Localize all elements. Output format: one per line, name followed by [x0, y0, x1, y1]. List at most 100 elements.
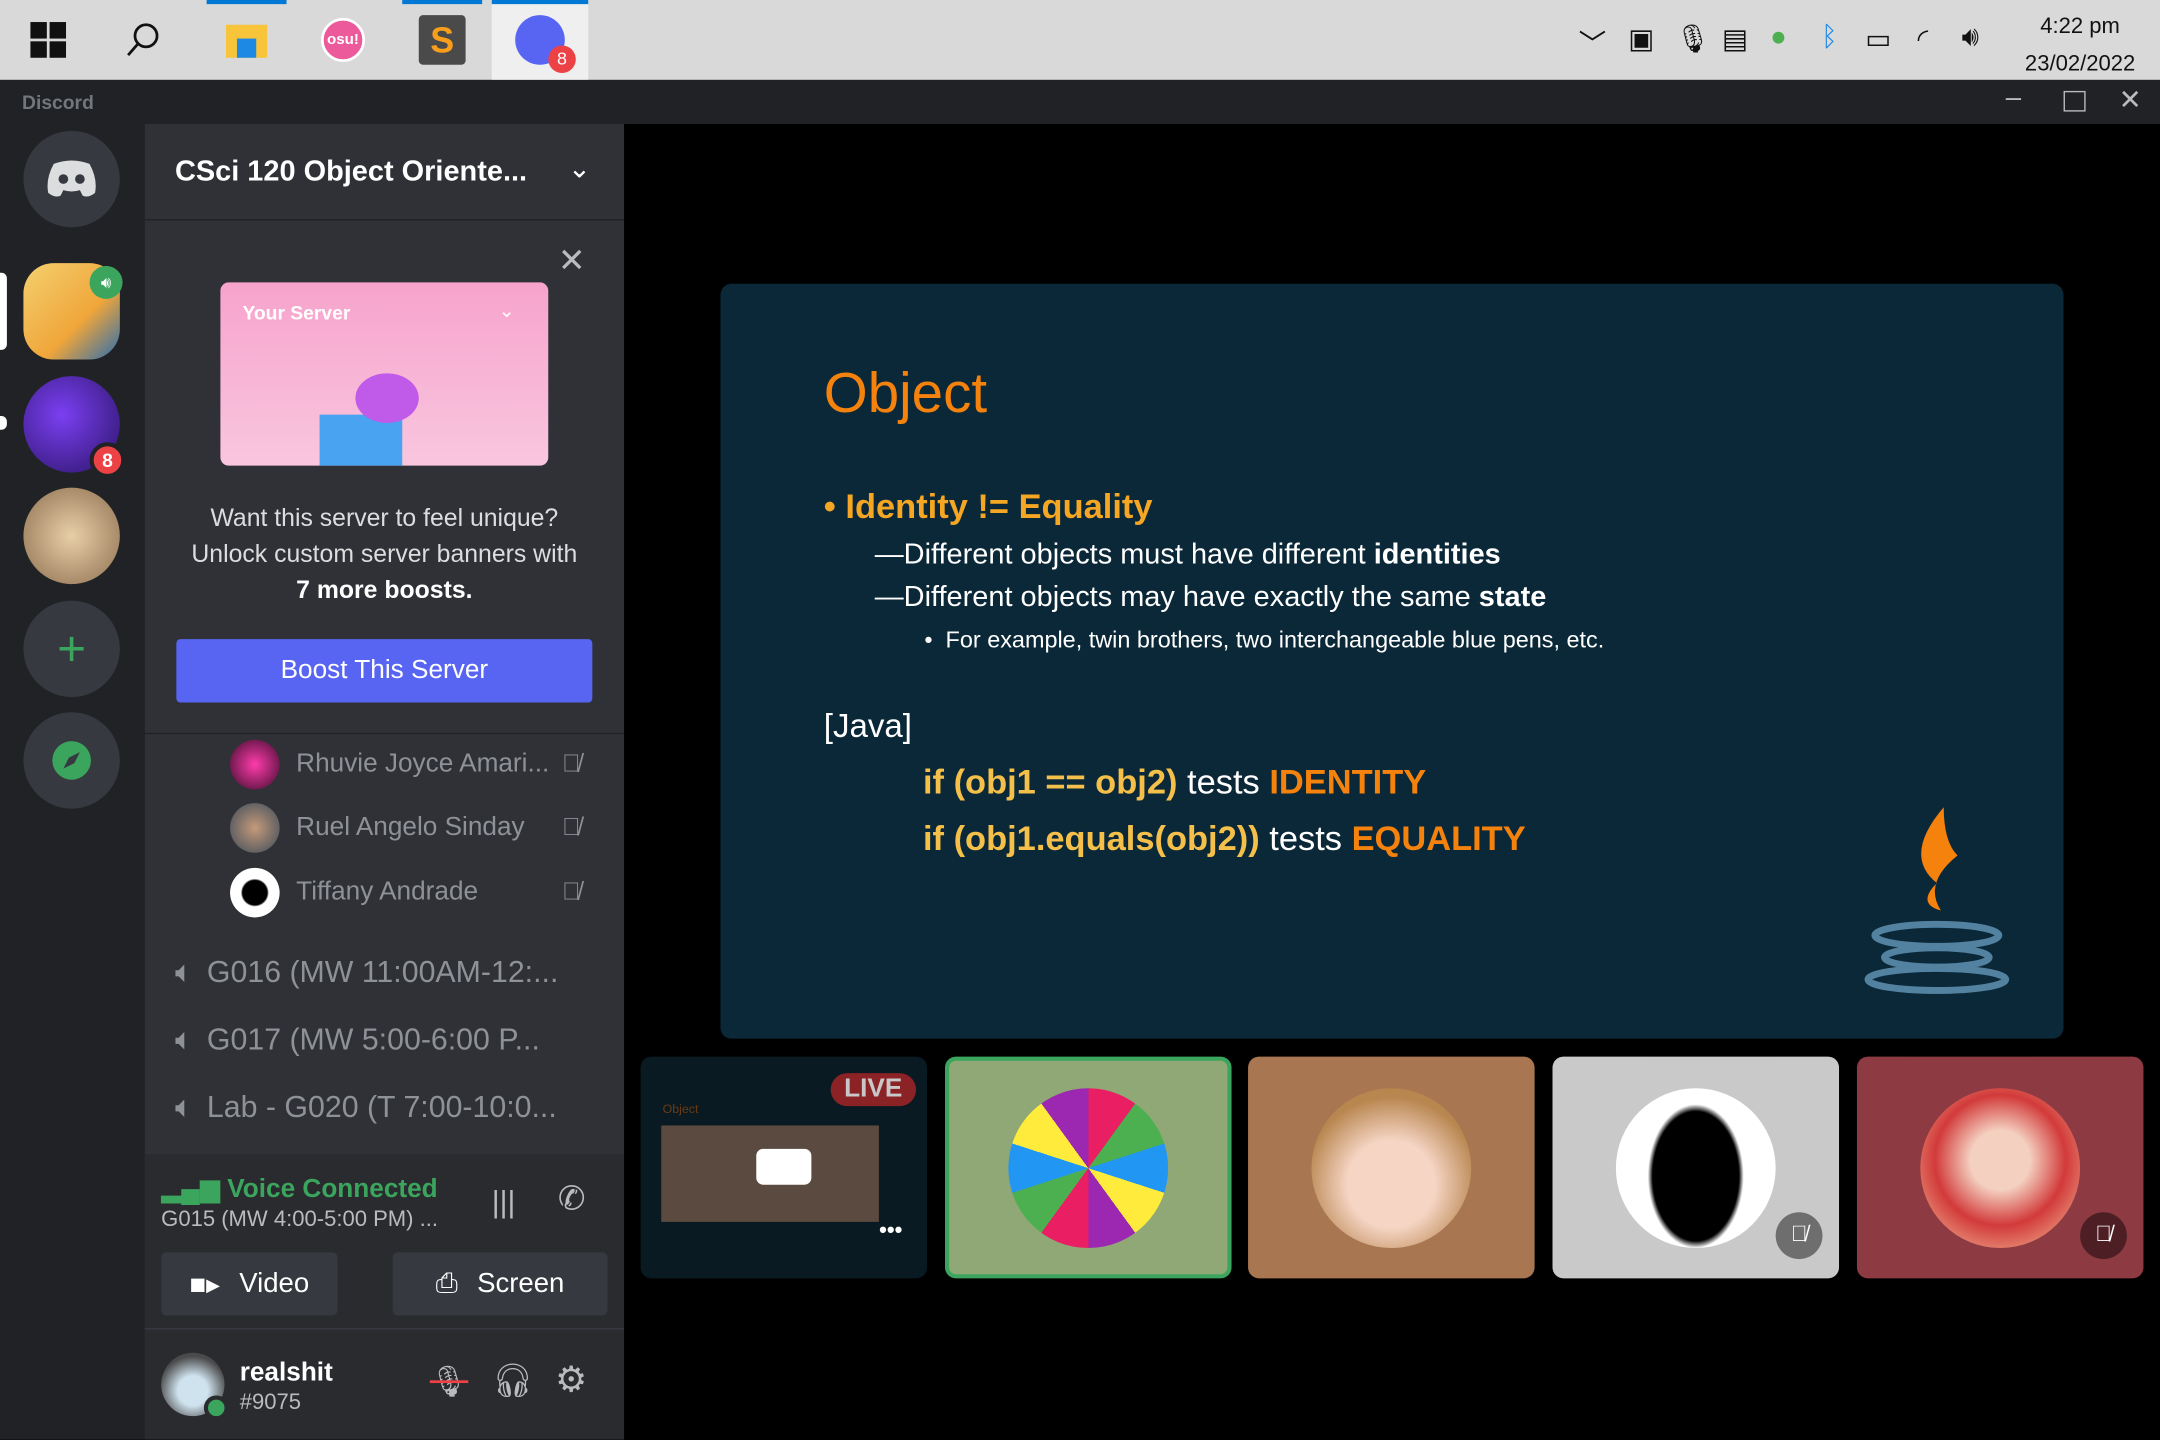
home-button[interactable] — [23, 130, 120, 228]
slide-bullet: • Identity != Equality — [823, 487, 1153, 527]
notification-badge: 8 — [548, 45, 576, 74]
participant-tile-speaking[interactable] — [944, 1056, 1232, 1279]
server-header[interactable]: CSci 120 Object Oriente... ⌄ — [144, 124, 625, 221]
user-panel: realshit #9075 🎙 🎧︎ ⚙ — [144, 1330, 625, 1440]
disconnect-icon[interactable]: ✆ — [558, 1179, 586, 1219]
username: realshit — [239, 1358, 333, 1388]
voice-panel: ▂▄▆ Voice Connected G015 (MW 4:00-5:00 P… — [144, 1154, 625, 1330]
avatar — [230, 867, 280, 918]
voice-channel[interactable]: 🔈︎ Lab - G020 (T 7:00-10:0... — [175, 1090, 557, 1126]
volume-icon[interactable]: 🔊︎ — [1962, 22, 1979, 54]
slide-java-label: [Java] — [823, 708, 912, 746]
boost-server-button[interactable]: Boost This Server — [176, 639, 593, 703]
bluetooth-icon[interactable]: ᛒ — [1821, 22, 1838, 54]
mic-muted-icon: 🎙̸ — [562, 749, 581, 777]
close-icon[interactable]: ✕ — [558, 241, 586, 281]
chevron-down-icon: ⌄ — [498, 298, 515, 321]
app-tray-icon[interactable]: ● — [1770, 22, 1787, 54]
avatar — [230, 803, 280, 853]
preview-title: Your Server — [242, 301, 351, 324]
noise-suppression-icon[interactable]: ||| — [492, 1185, 516, 1221]
slide-example: • For example, twin brothers, two interc… — [924, 626, 1605, 653]
chevron-up-icon[interactable]: ﹀ — [1579, 22, 1607, 62]
search-icon[interactable] — [103, 0, 183, 80]
mic-muted-icon: 🎙̸ — [2080, 1212, 2127, 1260]
server-rail: 🔊︎ 8 + — [0, 123, 145, 1440]
settings-gear-icon[interactable]: ⚙ — [555, 1358, 587, 1401]
banner-preview: Your Server ⌄ — [220, 282, 549, 466]
discord-taskbar-icon[interactable]: 8 — [491, 0, 589, 80]
screen-share-view[interactable]: Object • Identity != Equality —Different… — [720, 283, 2064, 1039]
mute-microphone-icon[interactable]: 🎙 — [430, 1364, 468, 1400]
user-tag: #9075 — [239, 1391, 301, 1415]
avatar — [1008, 1087, 1169, 1248]
voice-channel-name[interactable]: G015 (MW 4:00-5:00 PM) ... — [161, 1208, 438, 1233]
add-server-button[interactable]: + — [23, 600, 120, 698]
server-name: CSci 120 Object Oriente... — [174, 154, 528, 187]
camera-icon[interactable]: ▣ — [1628, 22, 1654, 56]
close-window-button[interactable]: ✕ — [2119, 83, 2142, 117]
screen-share-icon: ⎙ — [435, 1268, 458, 1299]
clock[interactable]: 4:22 pm 23/02/2022 — [2011, 8, 2149, 82]
title-bar: Discord – ✕ — [0, 79, 2160, 124]
participant-tile[interactable]: 🎙̸ — [1856, 1056, 2144, 1279]
more-options-icon[interactable]: ••• — [879, 1219, 902, 1244]
mic-muted-icon: 🎙̸ — [1775, 1212, 1823, 1260]
maximize-button[interactable] — [2063, 90, 2086, 112]
avatar — [1615, 1087, 1776, 1248]
avatar — [1311, 1087, 1472, 1248]
avatar — [230, 739, 280, 790]
voice-status[interactable]: ▂▄▆ Voice Connected — [161, 1174, 437, 1206]
display-icon[interactable]: ▤ — [1722, 22, 1748, 56]
mascot-illustration — [355, 373, 419, 423]
chevron-down-icon: ⌄ — [567, 154, 591, 185]
windows-start-icon[interactable] — [8, 0, 88, 80]
wifi-icon[interactable]: ◜ — [1918, 22, 1929, 56]
participant-tile[interactable]: 🎙̸ — [1552, 1056, 1840, 1279]
slide-title: Object — [823, 360, 988, 425]
stream-preview-title: Object — [662, 1102, 699, 1116]
voice-channel[interactable]: 🔈︎ G017 (MW 5:00-6:00 P... — [175, 1022, 540, 1058]
voice-channel[interactable]: 🔈︎ G016 (MW 11:00AM-12:... — [175, 955, 558, 991]
voice-member[interactable]: Ruel Angelo Sinday — [230, 800, 525, 855]
server-icon-laptop[interactable]: 8 — [23, 376, 126, 479]
speaker-icon: 🔈︎ — [174, 1089, 194, 1125]
mention-badge: 8 — [89, 442, 126, 479]
speaker-icon: 🔊︎ — [89, 265, 123, 299]
voice-member[interactable]: Rhuvie Joyce Amari... — [230, 737, 549, 792]
app-title: Discord — [22, 90, 94, 113]
date: 23/02/2022 — [2024, 52, 2136, 76]
mic-muted-icon: 🎙̸ — [562, 877, 581, 906]
live-badge: LIVE — [830, 1073, 917, 1107]
boost-promo: ✕ Your Server ⌄ Want this server to feel… — [144, 222, 625, 735]
screen-share-button[interactable]: ⎙ Screen — [392, 1252, 608, 1316]
user-avatar[interactable] — [161, 1352, 229, 1421]
file-explorer-icon[interactable] — [206, 0, 287, 80]
plus-icon: + — [57, 619, 87, 677]
online-status-dot — [203, 1395, 229, 1421]
sublime-text-icon[interactable]: S — [402, 0, 483, 80]
discord-logo-icon — [47, 160, 96, 197]
osu-icon[interactable]: osu! — [303, 0, 383, 80]
video-button[interactable]: ■▸ Video — [161, 1252, 338, 1316]
java-logo-icon — [1864, 807, 2010, 994]
boost-message: Want this server to feel unique? Unlock … — [191, 504, 578, 604]
server-icon-dog[interactable] — [23, 487, 120, 585]
explore-servers-button[interactable] — [23, 712, 120, 809]
stream-tile[interactable]: Object LIVE ••• — [640, 1056, 928, 1279]
voice-member[interactable]: Tiffany Andrade — [230, 865, 478, 920]
microphone-icon[interactable]: 🎙 — [1675, 22, 1710, 56]
avatar — [1920, 1087, 2081, 1248]
compass-icon — [52, 741, 91, 780]
slide-subpoint: —Different objects may have exactly the … — [874, 581, 1547, 614]
minimize-button[interactable]: – — [2006, 83, 2021, 115]
channel-sidebar: CSci 120 Object Oriente... ⌄ ✕ Your Serv… — [144, 123, 625, 1440]
battery-icon[interactable]: ▭ — [1865, 22, 1891, 56]
slide-code-line: if (obj1.equals(obj2)) tests EQUALITY — [922, 819, 1526, 859]
speaker-icon: 🔈︎ — [174, 954, 194, 990]
server-icon-java[interactable]: 🔊︎ — [23, 263, 123, 360]
signal-icon: ▂▄▆ — [161, 1175, 228, 1204]
selected-pill — [0, 272, 7, 350]
headphones-icon[interactable]: 🎧︎ — [492, 1361, 534, 1401]
participant-tile[interactable] — [1248, 1056, 1535, 1279]
